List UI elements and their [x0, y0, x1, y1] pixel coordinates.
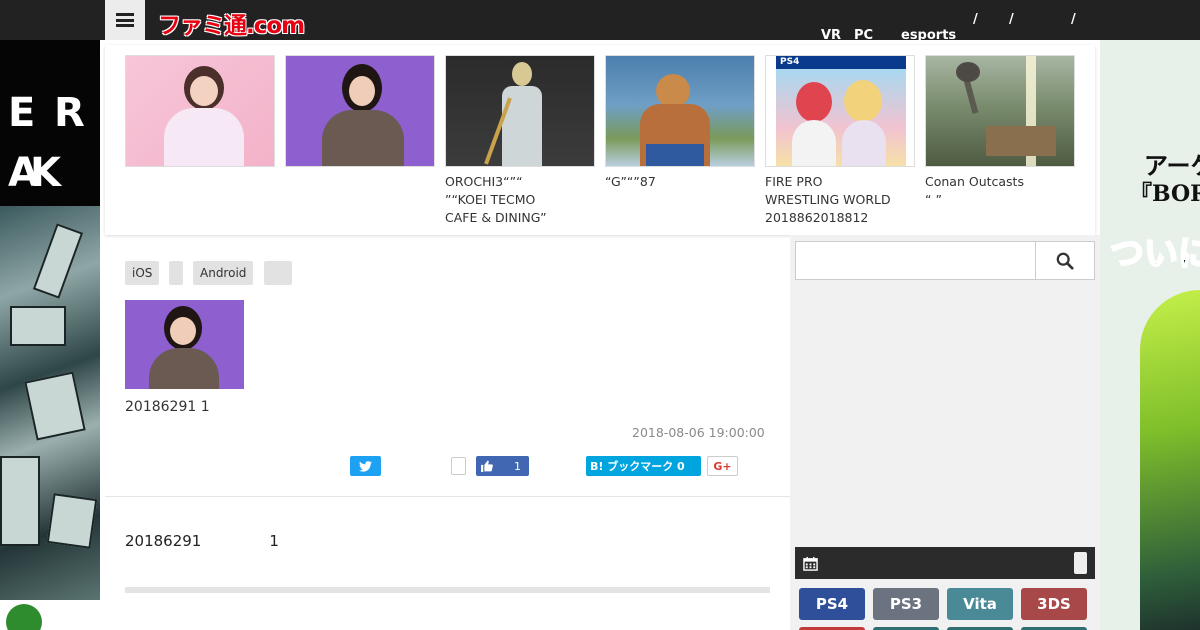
- left-skin-mecha-art: [0, 206, 100, 630]
- skin-letter: K: [30, 150, 61, 196]
- google-plus-button[interactable]: G+: [707, 456, 738, 476]
- carousel-item[interactable]: OROCHI3“”“ ”“KOEI TECMO CAFE & DINING”: [445, 55, 595, 227]
- featured-carousel: OROCHI3“”“ ”“KOEI TECMO CAFE & DINING” “…: [105, 45, 1095, 235]
- carousel-thumbnail: [925, 55, 1075, 167]
- skin-right-character-art: [1140, 290, 1200, 630]
- twitter-share-button[interactable]: [350, 456, 381, 476]
- carousel-caption: FIRE PRO WRESTLING WORLD 2018862018812: [765, 174, 891, 225]
- left-skin-logo: E R A K: [0, 40, 100, 206]
- article-image-caption: 20186291 1: [125, 399, 210, 415]
- carousel-item[interactable]: Conan Outcasts “ ”: [925, 55, 1075, 209]
- ps4-badge: PS4: [776, 56, 906, 69]
- carousel-item[interactable]: “G”“”87: [605, 55, 755, 191]
- divider: [105, 496, 790, 497]
- release-calendar-header: [795, 547, 1095, 579]
- sidebar: PS4 PS3 Vita 3DS: [790, 235, 1100, 630]
- twitter-icon: [359, 460, 372, 472]
- carousel-item[interactable]: [285, 55, 435, 173]
- tag-android[interactable]: Android: [193, 261, 254, 285]
- carousel-caption: Conan Outcasts “ ”: [925, 174, 1024, 207]
- calendar-icon: [803, 556, 818, 571]
- nav-separator: /: [1071, 12, 1076, 27]
- site-header: ファミ通.com VR PC esports / / /: [0, 0, 1200, 43]
- calendar-scroll-handle[interactable]: [1074, 552, 1087, 574]
- thumbs-up-icon: [481, 460, 493, 472]
- article-body-text: 1: [269, 532, 279, 550]
- section-bar: [125, 587, 770, 593]
- article-main: iOS Android 20186291 1 2018-08-06 19:00:…: [105, 240, 790, 630]
- facebook-like-button[interactable]: 1: [476, 456, 529, 476]
- carousel-thumbnail: [445, 55, 595, 167]
- article-body-text: 20186291: [125, 532, 202, 550]
- carousel-thumbnail: PS4: [765, 55, 915, 167]
- article-date: 2018-08-06 19:00:00: [632, 425, 765, 440]
- carousel-item[interactable]: [125, 55, 275, 173]
- carousel-thumbnail: [605, 55, 755, 167]
- left-skin-bottom-logo: [0, 600, 100, 630]
- platform-button-ps4[interactable]: PS4: [799, 588, 865, 620]
- article-body: 20186291 1: [125, 532, 347, 550]
- nav-item-vr[interactable]: VR: [821, 28, 841, 43]
- search-button[interactable]: [1035, 241, 1095, 280]
- carousel-caption: OROCHI3“”“ ”“KOEI TECMO CAFE & DINING”: [445, 174, 547, 225]
- skin-right-text: ついに: [1109, 233, 1200, 275]
- carousel-thumbnail: [285, 55, 435, 167]
- platform-button-vita[interactable]: Vita: [947, 588, 1013, 620]
- search-input[interactable]: [795, 241, 1035, 280]
- carousel-thumbnail: [125, 55, 275, 167]
- search-icon: [1056, 252, 1074, 270]
- skin-letter: E: [8, 90, 36, 136]
- site-logo[interactable]: ファミ通.com: [158, 6, 305, 40]
- skin-right-text: 『BOR: [1130, 181, 1200, 207]
- left-skin-ad[interactable]: E R A K: [0, 40, 100, 630]
- carousel-caption: “G”“”87: [605, 174, 656, 189]
- facebook-like-count: 1: [514, 459, 521, 473]
- hatena-bookmark-button[interactable]: B! ブックマーク 0: [586, 456, 701, 476]
- menu-button[interactable]: [105, 0, 145, 40]
- tweet-count-bubble: [451, 457, 466, 475]
- platform-button-ps3[interactable]: PS3: [873, 588, 939, 620]
- tag-ios[interactable]: iOS: [125, 261, 160, 285]
- nav-item-esports[interactable]: esports: [901, 28, 956, 43]
- tag-item[interactable]: [169, 261, 183, 285]
- carousel-item[interactable]: PS4 FIRE PRO WRESTLING WORLD 20188620188…: [765, 55, 915, 227]
- nav-separator: /: [973, 12, 978, 27]
- platform-button-3ds[interactable]: 3DS: [1021, 588, 1087, 620]
- right-skin-ad[interactable]: アーケ 『BOR ついに: [1100, 40, 1200, 630]
- nav-item-pc[interactable]: PC: [854, 28, 873, 43]
- nav-separator: /: [1009, 12, 1014, 27]
- tag-item[interactable]: [264, 261, 292, 285]
- article-image[interactable]: [125, 300, 244, 389]
- skin-letter: R: [54, 90, 85, 136]
- hamburger-icon: [116, 13, 134, 27]
